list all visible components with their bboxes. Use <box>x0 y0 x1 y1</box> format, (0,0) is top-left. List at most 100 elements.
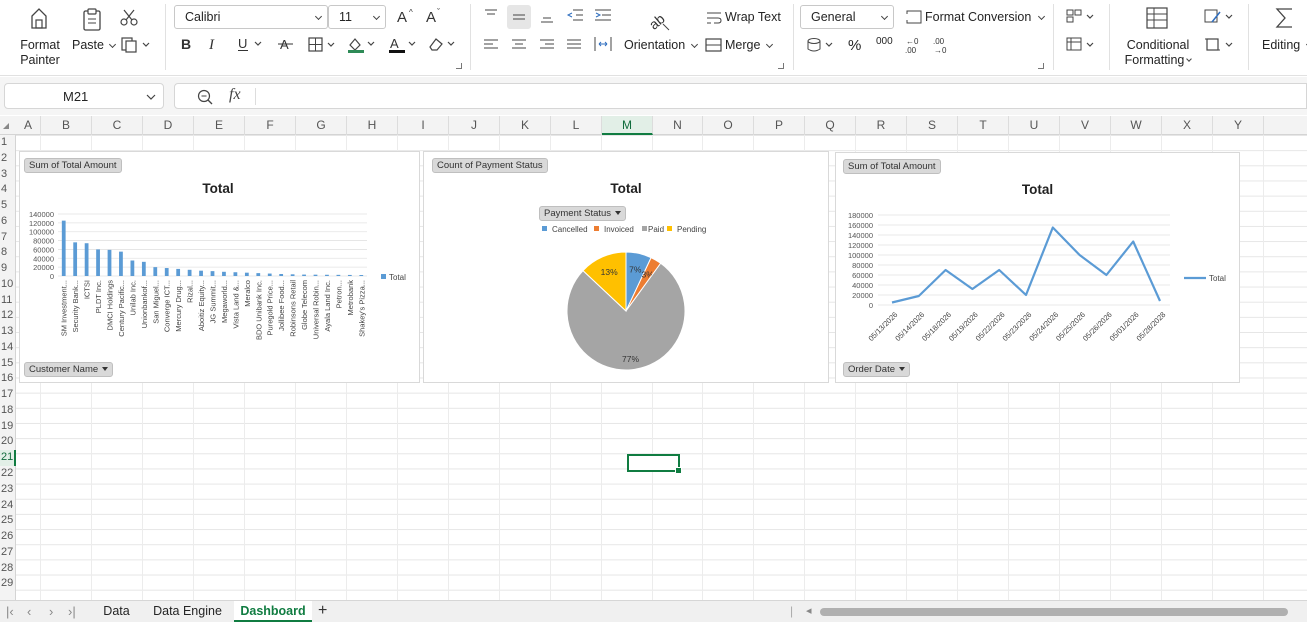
decrease-decimal-icon[interactable]: .00 →0 <box>932 36 950 54</box>
row-header-25[interactable]: 25 <box>0 513 16 529</box>
select-all-icon[interactable] <box>2 122 10 130</box>
row-header-4[interactable]: 4 <box>0 182 16 198</box>
font-name-select[interactable]: Calibri <box>174 5 328 29</box>
delete-cells-icon[interactable] <box>1066 37 1096 53</box>
name-box[interactable]: M21 <box>4 83 164 109</box>
increase-font-size-icon[interactable]: A ^ <box>397 8 417 24</box>
align-bottom-icon[interactable] <box>539 8 555 24</box>
last-sheet-icon[interactable]: ›| <box>68 604 76 619</box>
row-header-19[interactable]: 19 <box>0 419 16 435</box>
cut-icon[interactable] <box>119 9 139 27</box>
wrap-text-icon[interactable] <box>706 11 722 25</box>
italic-icon[interactable]: I <box>207 36 221 52</box>
editing-button[interactable]: Editing <box>1262 38 1307 52</box>
row-header-11[interactable]: 11 <box>0 293 16 309</box>
paste-button[interactable]: Paste <box>72 38 117 52</box>
column-header-j[interactable]: J <box>449 116 500 135</box>
row-header-14[interactable]: 14 <box>0 340 16 356</box>
bold-icon[interactable]: B <box>180 36 194 52</box>
bar-chart[interactable]: Sum of Total Amount Total 0 20000 40000 600… <box>19 151 420 383</box>
column-header-c[interactable]: C <box>92 116 143 135</box>
font-dialog-launcher-icon[interactable] <box>456 63 462 69</box>
accounting-format-icon[interactable] <box>806 37 836 53</box>
column-header-m[interactable]: M <box>602 116 653 135</box>
row-header-9[interactable]: 9 <box>0 261 16 277</box>
row-header-22[interactable]: 22 <box>0 466 16 482</box>
column-header-r[interactable]: R <box>856 116 907 135</box>
row-header-16[interactable]: 16 <box>0 371 16 387</box>
row-header-29[interactable]: 29 <box>0 576 16 592</box>
previous-sheet-icon[interactable]: ‹ <box>27 604 31 619</box>
format-conversion-icon[interactable] <box>905 9 923 25</box>
row-header-28[interactable]: 28 <box>0 561 16 577</box>
align-left-icon[interactable] <box>483 38 499 52</box>
row-header-21[interactable]: 21 <box>0 450 16 466</box>
format-conversion-button[interactable]: Format Conversion <box>925 10 1045 24</box>
merge-icon[interactable] <box>705 38 723 52</box>
column-header-h[interactable]: H <box>347 116 398 135</box>
align-top-icon[interactable] <box>483 8 499 22</box>
line-chart[interactable]: Sum of Total Amount Total 0 20000 40000 600… <box>835 152 1240 383</box>
cell-borders-icon[interactable] <box>1204 37 1236 53</box>
column-header-v[interactable]: V <box>1060 116 1111 135</box>
column-header-d[interactable]: D <box>143 116 194 135</box>
column-header-g[interactable]: G <box>296 116 347 135</box>
justify-icon[interactable] <box>566 38 582 52</box>
row-header-27[interactable]: 27 <box>0 545 16 561</box>
number-format-select[interactable]: General <box>800 5 894 29</box>
decrease-font-size-icon[interactable]: Aˇ <box>426 8 446 24</box>
next-sheet-icon[interactable]: › <box>49 604 53 619</box>
row-header-26[interactable]: 26 <box>0 529 16 545</box>
align-center-icon[interactable] <box>511 38 527 52</box>
borders-icon[interactable] <box>308 37 338 53</box>
format-painter-icon[interactable] <box>26 6 52 32</box>
column-header-p[interactable]: P <box>754 116 805 135</box>
font-color-icon[interactable]: A <box>388 36 420 54</box>
zoom-out-icon[interactable] <box>197 89 213 105</box>
column-header-f[interactable]: F <box>245 116 296 135</box>
column-header-x[interactable]: X <box>1162 116 1213 135</box>
decrease-indent-icon[interactable] <box>566 8 584 24</box>
column-header-y[interactable]: Y <box>1213 116 1264 135</box>
insert-function-icon[interactable]: fx <box>229 86 241 104</box>
underline-icon[interactable]: U <box>237 36 265 52</box>
format-cells-icon[interactable] <box>1204 8 1236 26</box>
active-cell-m21[interactable] <box>627 454 682 474</box>
row-header-20[interactable]: 20 <box>0 434 16 450</box>
align-right-icon[interactable] <box>539 38 555 52</box>
fill-color-icon[interactable] <box>347 36 379 54</box>
column-header-b[interactable]: B <box>41 116 92 135</box>
paste-icon[interactable] <box>79 6 105 32</box>
align-middle-icon[interactable] <box>507 5 531 29</box>
customer-name-filter-button[interactable]: Customer Name <box>24 362 114 377</box>
conditional-formatting-button[interactable]: Conditional Formatting <box>1124 38 1193 68</box>
row-header-1[interactable]: 1 <box>0 135 16 151</box>
distributed-icon[interactable] <box>594 36 612 52</box>
format-painter-button[interactable]: Format Painter <box>20 38 60 68</box>
row-header-18[interactable]: 18 <box>0 403 16 419</box>
font-size-select[interactable]: 11 <box>328 5 386 29</box>
row-header-8[interactable]: 8 <box>0 245 16 261</box>
column-header-e[interactable]: E <box>194 116 245 135</box>
column-header-l[interactable]: L <box>551 116 602 135</box>
row-header-24[interactable]: 24 <box>0 498 16 514</box>
column-header-o[interactable]: O <box>703 116 754 135</box>
orientation-icon[interactable]: ab <box>645 4 673 32</box>
number-dialog-launcher-icon[interactable] <box>1038 63 1044 69</box>
sheet-tab-data-engine[interactable]: Data Engine <box>146 601 229 622</box>
column-header-i[interactable]: I <box>398 116 449 135</box>
orientation-button[interactable]: Orientation <box>624 38 698 52</box>
wrap-text-button[interactable]: Wrap Text <box>725 10 781 24</box>
row-header-12[interactable]: 12 <box>0 308 16 324</box>
horizontal-scrollbar[interactable] <box>820 608 1288 616</box>
pie-chart[interactable]: Count of Payment Status Total Payment St… <box>423 151 829 383</box>
sheet-tab-dashboard[interactable]: Dashboard <box>234 601 312 622</box>
sheet-tab-data[interactable]: Data <box>93 601 140 622</box>
row-header-15[interactable]: 15 <box>0 356 16 372</box>
increase-decimal-icon[interactable]: ←0.00 <box>904 36 922 54</box>
formula-input[interactable] <box>259 87 1289 107</box>
row-header-5[interactable]: 5 <box>0 198 16 214</box>
column-header-t[interactable]: T <box>958 116 1009 135</box>
insert-cells-icon[interactable] <box>1066 9 1096 25</box>
order-date-filter-button[interactable]: Order Date <box>843 362 910 377</box>
